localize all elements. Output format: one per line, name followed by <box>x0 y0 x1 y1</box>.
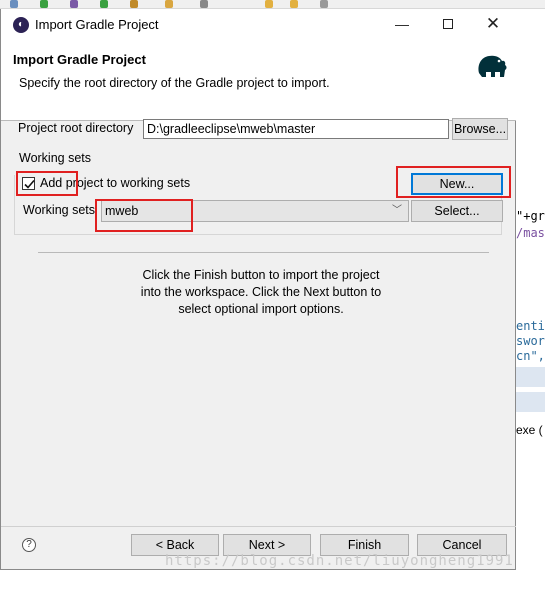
add-to-working-sets-label: Add project to working sets <box>40 176 191 190</box>
debug-icon <box>70 0 78 8</box>
info-text: Click the Finish button to import the pr… <box>101 267 421 318</box>
watermark: https://blog.csdn.net/liuyongheng1991 <box>165 553 514 569</box>
editor-line: "+gr <box>516 209 545 223</box>
info-line: into the workspace. Click the Next butto… <box>140 285 382 299</box>
working-sets-selected: mweb <box>105 204 139 218</box>
editor-line: /mas <box>516 226 545 240</box>
background-editor: "+gr /mas enti swor cn", exe ( <box>514 9 545 590</box>
toolbar-icon <box>10 0 18 8</box>
info-line: Click the Finish button to import the pr… <box>142 268 380 282</box>
wizard-description: Specify the root directory of the Gradle… <box>19 76 330 90</box>
import-gradle-dialog: ◐ Import Gradle Project — ✕ Import Gradl… <box>0 9 516 570</box>
run-icon <box>40 0 48 8</box>
toolbar-icon <box>200 0 208 8</box>
toolbar-icon <box>100 0 108 8</box>
browse-button[interactable]: Browse... <box>452 118 508 140</box>
toolbar-icon <box>290 0 298 8</box>
footer-separator <box>1 526 516 527</box>
chevron-down-icon: ﹀ <box>392 205 402 216</box>
background-toolbar <box>0 0 545 9</box>
separator <box>38 252 489 253</box>
project-root-label: Project root directory <box>18 121 134 135</box>
new-working-set-button[interactable]: New... <box>411 173 503 195</box>
gradle-elephant-icon <box>478 55 507 77</box>
eclipse-icon: ◐ <box>13 17 29 33</box>
help-icon[interactable]: ? <box>22 538 36 552</box>
working-sets-field-label: Working sets <box>23 203 96 217</box>
editor-line: swor <box>516 334 545 348</box>
wizard-header: Import Gradle Project Specify the root d… <box>1 41 516 121</box>
working-sets-combo[interactable]: mweb ﹀ <box>101 200 409 222</box>
toolbar-icon <box>320 0 328 8</box>
window-title: Import Gradle Project <box>35 17 159 32</box>
toolbar-icon <box>265 0 273 8</box>
console-text: exe ( <box>516 423 543 437</box>
maximize-icon <box>443 19 453 29</box>
editor-band <box>514 367 545 387</box>
wizard-title: Import Gradle Project <box>13 52 146 67</box>
editor-line: enti <box>516 319 545 333</box>
project-root-input[interactable]: D:\gradleeclipse\mweb\master <box>143 119 449 139</box>
title-bar: ◐ Import Gradle Project — ✕ <box>1 9 516 41</box>
close-button[interactable]: ✕ <box>470 9 516 41</box>
editor-line: cn", <box>516 349 545 363</box>
info-line: select optional import options. <box>178 302 344 316</box>
editor-band <box>514 392 545 412</box>
toolbar-icon <box>130 0 138 8</box>
select-working-sets-button[interactable]: Select... <box>411 200 503 222</box>
add-to-working-sets-checkbox[interactable] <box>22 177 35 190</box>
minimize-button[interactable]: — <box>379 9 425 41</box>
working-sets-group-label: Working sets <box>19 151 92 165</box>
toolbar-icon <box>165 0 173 8</box>
maximize-button[interactable] <box>425 9 471 41</box>
checkmark-icon <box>24 179 35 189</box>
